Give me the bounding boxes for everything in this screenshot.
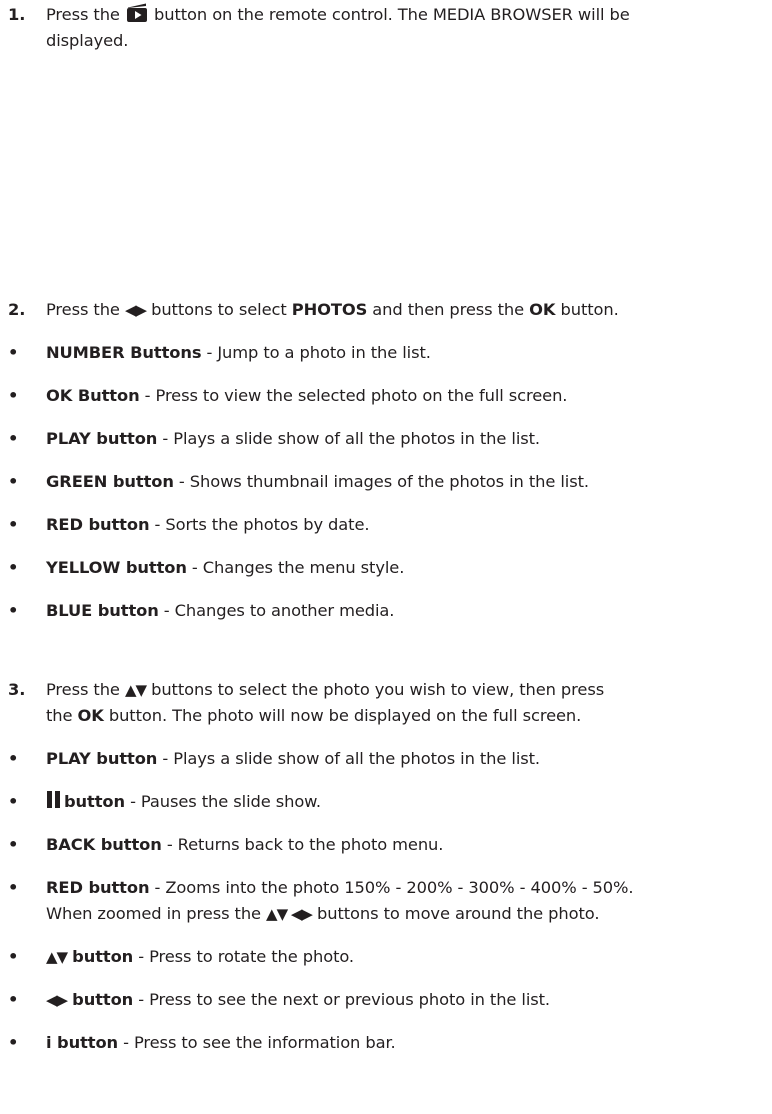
bullet: • (8, 386, 19, 405)
control-label: YELLOW button (46, 558, 187, 577)
step-text-before: Press the (46, 5, 120, 24)
photos-label: PHOTOS (291, 300, 368, 319)
ok-label: OK (529, 300, 556, 319)
control-desc: - Jump to a photo in the list. (206, 343, 431, 362)
step-number: 3. (8, 680, 26, 699)
control-desc: - Returns back to the photo menu. (166, 835, 444, 854)
ok-label: OK (77, 706, 104, 725)
control-label: BACK button (46, 835, 162, 854)
control-desc: - Changes to another media. (163, 601, 395, 620)
control-desc: - Press to see the next or previous phot… (138, 990, 551, 1009)
up-down-arrows-icon: ▲▼ (124, 681, 147, 699)
step-text-line2-after: button. The photo will now be displayed … (108, 706, 582, 725)
control-label: RED button (46, 878, 150, 897)
bullet: • (8, 990, 19, 1009)
media-browser-icon (126, 3, 147, 22)
step-number: 2. (8, 300, 26, 319)
left-right-arrows-icon: ◀▶ (46, 991, 68, 1009)
bullet: • (8, 558, 19, 577)
control-desc: - Shows thumbnail images of the photos i… (178, 472, 589, 491)
direction-arrows-icon: ▲▼ ◀▶ (266, 905, 313, 923)
step-text-after: button on the remote control. The MEDIA … (154, 5, 630, 24)
bullet: • (8, 601, 19, 620)
control-label: PLAY button (46, 429, 158, 448)
step-text-after: buttons to select the photo you wish to … (151, 680, 605, 699)
control-label: BLUE button (46, 601, 159, 620)
bullet: • (8, 749, 19, 768)
bullet: • (8, 947, 19, 966)
step-text-after: button. (560, 300, 619, 319)
pause-icon (47, 791, 60, 808)
control-label: NUMBER Buttons (46, 343, 202, 362)
bullet: • (8, 429, 19, 448)
control-label: GREEN button (46, 472, 174, 491)
step-number: 1. (8, 5, 26, 24)
bullet: • (8, 835, 19, 854)
control-label: OK Button (46, 386, 140, 405)
control-label: button (72, 990, 134, 1009)
control-label: PLAY button (46, 749, 158, 768)
up-down-arrows-icon: ▲▼ (46, 948, 68, 966)
bullet: • (8, 515, 19, 534)
step-text: Press the button on the remote control. … (46, 2, 770, 54)
control-desc: - Press to see the information bar. (123, 1033, 396, 1052)
control-desc: - Changes the menu style. (191, 558, 405, 577)
control-desc: - Press to view the selected photo on th… (144, 386, 568, 405)
control-desc: - Pauses the slide show. (130, 792, 321, 811)
manual-page: 1. Press the button on the remote contro… (0, 0, 772, 1114)
control-desc: - Sorts the photos by date. (154, 515, 370, 534)
step-text-line2: displayed. (46, 31, 129, 50)
bullet: • (8, 1033, 19, 1052)
step-text-before: Press the (46, 300, 120, 319)
bullet: • (8, 472, 19, 491)
control-desc: - Plays a slide show of all the photos i… (162, 429, 540, 448)
control-label: i button (46, 1033, 119, 1052)
bullet: • (8, 878, 19, 897)
step-text: Press the ▲▼ buttons to select the photo… (46, 677, 770, 729)
step-text-middle: buttons to select (151, 300, 287, 319)
step-text-middle2: and then press the (372, 300, 525, 319)
control-desc-line2: When zoomed in press the (46, 904, 261, 923)
control-desc-line2-after: buttons to move around the photo. (317, 904, 600, 923)
control-label: button (72, 947, 134, 966)
control-label: button (64, 792, 125, 811)
step-text: Press the ◀▶ buttons to select PHOTOS an… (46, 297, 770, 323)
step-text-line2-before: the (46, 706, 73, 725)
bullet: • (8, 792, 19, 811)
control-desc: - Press to rotate the photo. (138, 947, 355, 966)
control-label: RED button (46, 515, 150, 534)
control-desc: - Zooms into the photo 150% - 200% - 300… (154, 878, 634, 897)
bullet: • (8, 343, 19, 362)
step-text-before: Press the (46, 680, 120, 699)
left-right-arrows-icon: ◀▶ (124, 301, 147, 319)
control-desc: - Plays a slide show of all the photos i… (162, 749, 540, 768)
